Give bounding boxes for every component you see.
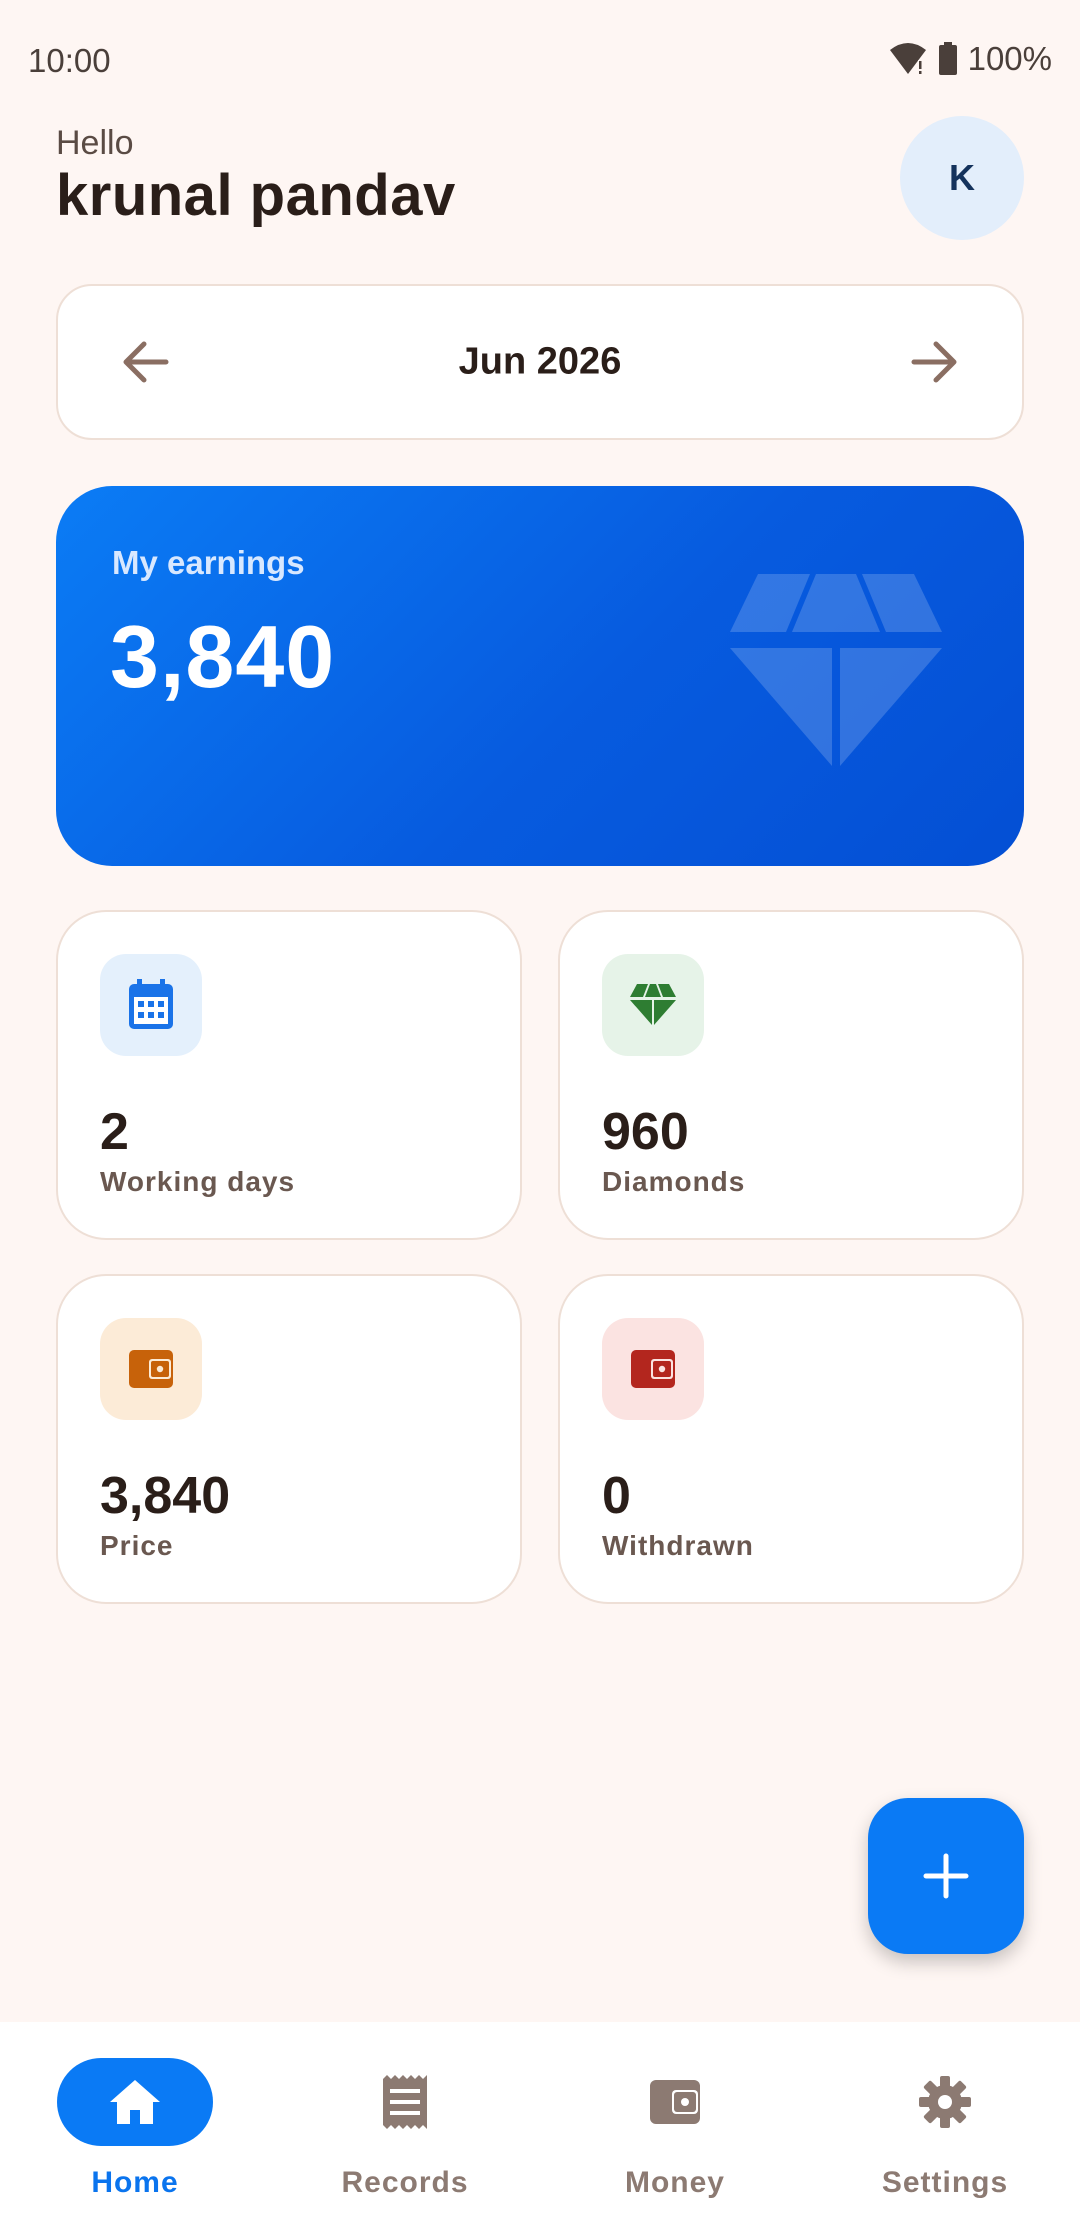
earnings-label: My earnings xyxy=(112,544,305,581)
stat-label: Price xyxy=(100,1530,174,1561)
stat-card-withdrawn[interactable]: 0 Withdrawn xyxy=(558,1274,1024,1604)
stat-icon-container xyxy=(602,1318,704,1420)
plus-icon xyxy=(923,1853,969,1899)
wallet-icon xyxy=(650,2080,700,2124)
nav-label: Settings xyxy=(881,2166,1009,2199)
earnings-card[interactable]: My earnings 3,840 xyxy=(56,486,1024,866)
gear-icon xyxy=(919,2076,971,2128)
nav-item-settings[interactable]: Settings xyxy=(810,2022,1080,2230)
nav-indicator xyxy=(327,2058,483,2146)
calendar-icon xyxy=(129,979,173,1029)
stat-label: Working days xyxy=(100,1166,296,1197)
stat-icon-container xyxy=(100,954,202,1056)
nav-item-money[interactable]: Money xyxy=(540,2022,810,2230)
stat-card-price[interactable]: 3,840 Price xyxy=(56,1274,522,1604)
stat-value: 3,840 xyxy=(100,1467,231,1525)
stat-label: Diamonds xyxy=(602,1166,746,1197)
battery-icon xyxy=(938,42,958,76)
nav-label: Records xyxy=(341,2166,469,2199)
nav-indicator xyxy=(597,2058,753,2146)
stat-icon-container xyxy=(100,1318,202,1420)
stat-value: 0 xyxy=(602,1467,631,1525)
stat-value: 2 xyxy=(100,1103,129,1161)
next-month-button[interactable] xyxy=(904,332,964,392)
stat-icon-container xyxy=(602,954,704,1056)
nav-item-home[interactable]: Home xyxy=(0,2022,270,2230)
home-screen: 10:00 100% Hello krunal pandav K Jun 202… xyxy=(0,0,1080,2230)
wallet-icon xyxy=(631,1350,675,1388)
nav-indicator xyxy=(867,2058,1023,2146)
arrow-right-icon xyxy=(911,341,957,383)
stat-label: Withdrawn xyxy=(602,1530,754,1561)
greeting-text: Hello xyxy=(56,124,134,162)
add-record-button[interactable] xyxy=(868,1798,1024,1954)
wifi-icon xyxy=(888,42,928,76)
battery-percentage: 100% xyxy=(967,40,1052,77)
earnings-value: 3,840 xyxy=(110,607,336,706)
status-bar: 10:00 100% xyxy=(0,0,1080,120)
receipt-icon xyxy=(383,2075,427,2129)
status-icons: 100% xyxy=(888,40,1052,78)
status-time: 10:00 xyxy=(28,42,111,79)
avatar[interactable]: K xyxy=(900,116,1024,240)
nav-item-records[interactable]: Records xyxy=(270,2022,540,2230)
diamond-icon xyxy=(630,984,676,1025)
stat-card-diamonds[interactable]: 960 Diamonds xyxy=(558,910,1024,1240)
diamond-icon xyxy=(730,574,942,766)
nav-label: Home xyxy=(91,2166,179,2199)
month-label: Jun 2026 xyxy=(458,340,622,383)
wallet-icon xyxy=(129,1350,173,1388)
home-icon xyxy=(110,2080,160,2124)
user-name: krunal pandav xyxy=(56,163,456,228)
nav-label: Money xyxy=(624,2166,725,2199)
stat-value: 960 xyxy=(602,1103,689,1161)
month-selector: Jun 2026 xyxy=(56,284,1024,440)
nav-indicator xyxy=(57,2058,213,2146)
bottom-navigation: Home Records Money Settings xyxy=(0,2022,1080,2230)
stat-card-working-days[interactable]: 2 Working days xyxy=(56,910,522,1240)
